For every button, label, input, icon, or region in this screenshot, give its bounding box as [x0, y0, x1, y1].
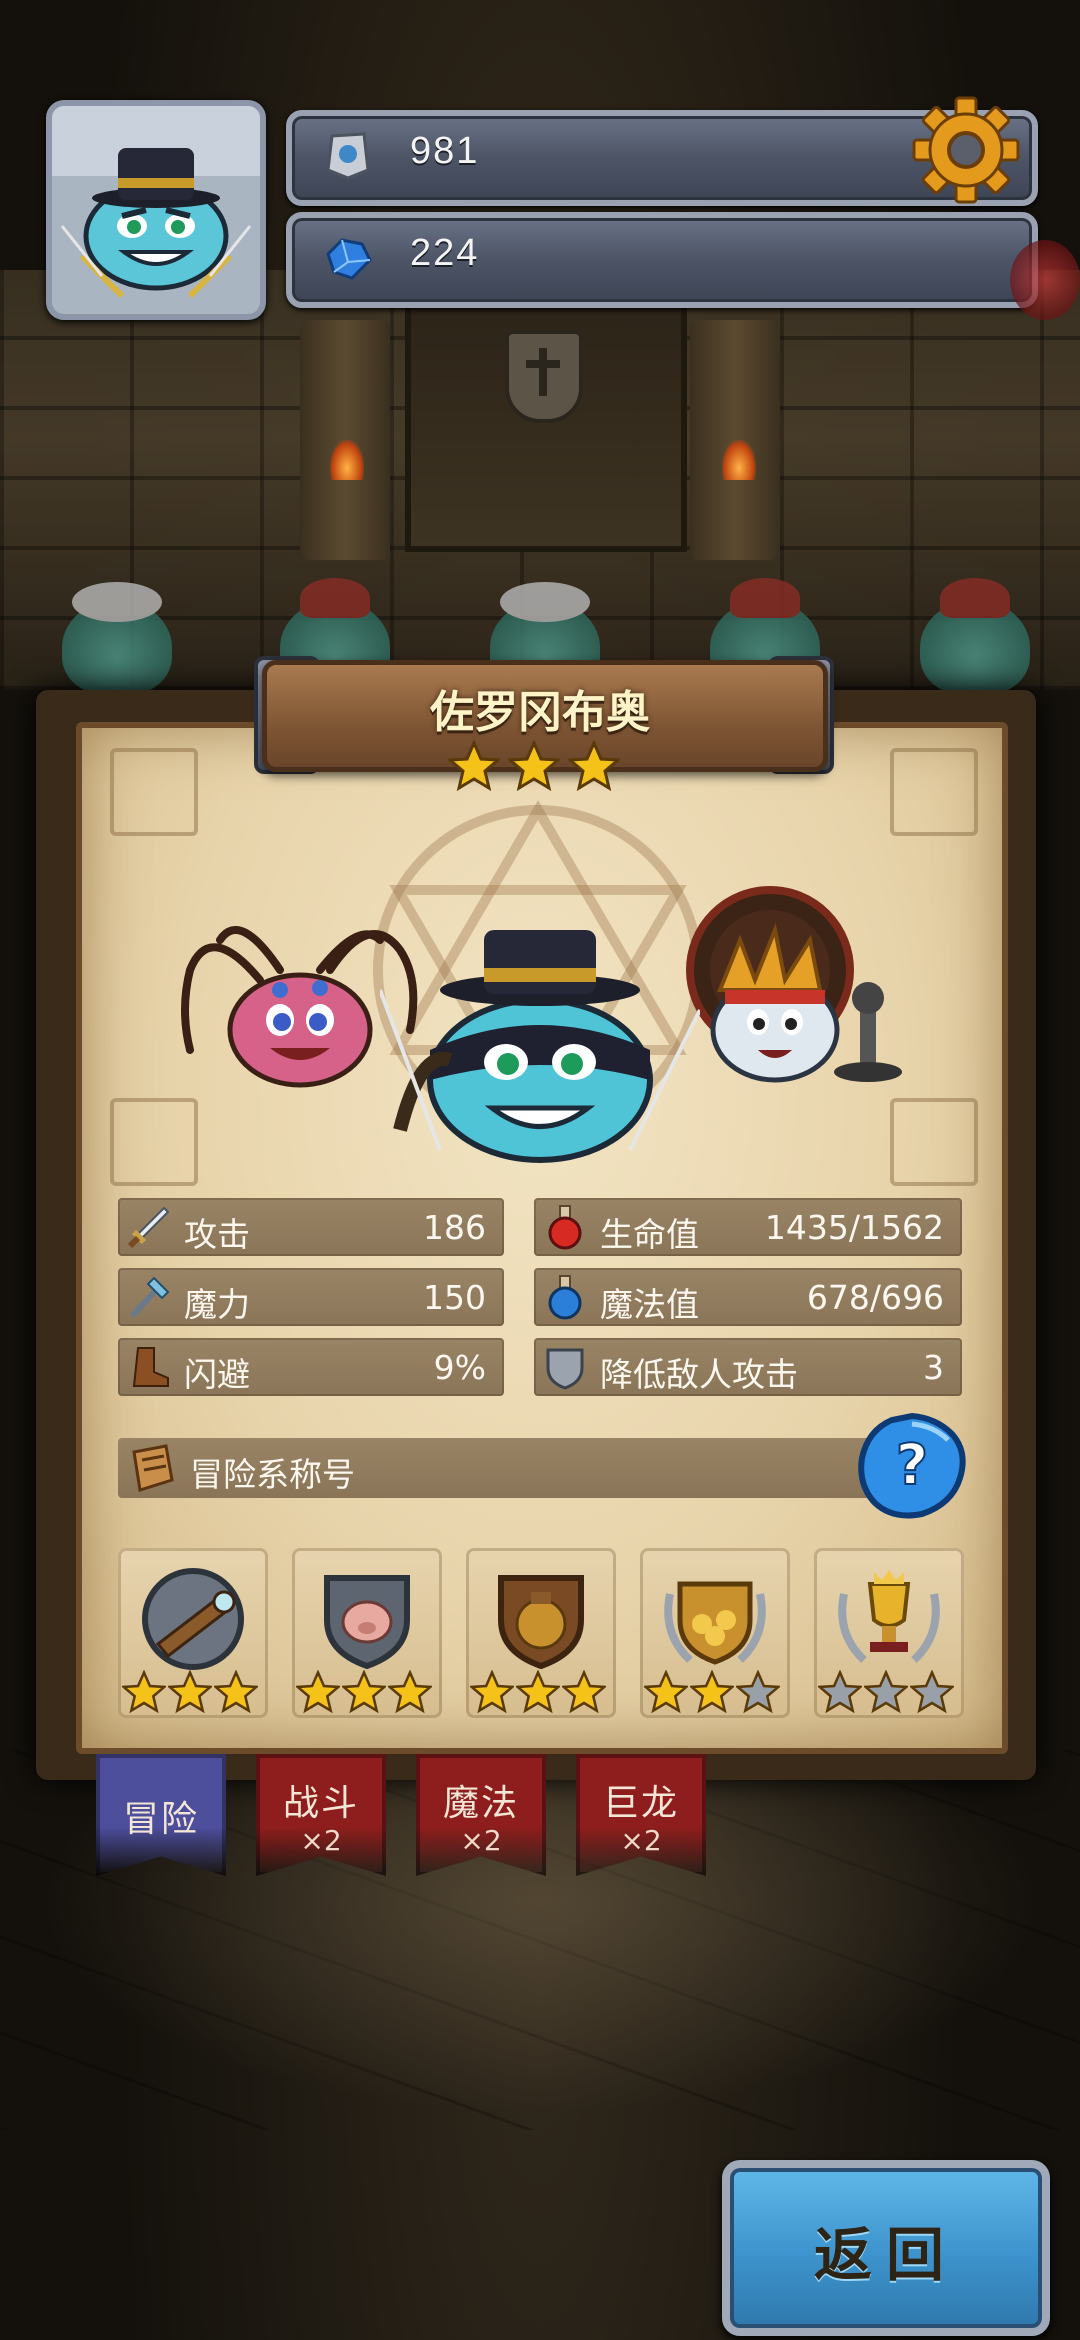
- star-icon: [214, 1670, 258, 1714]
- panel-corner-ornament: [110, 1098, 198, 1186]
- stat-value: 1435/1562: [764, 1208, 944, 1247]
- star-icon: [470, 1670, 514, 1714]
- telescope-badge-icon: [142, 1568, 244, 1670]
- tab-label: 巨龙: [602, 1783, 679, 1824]
- star-icon: [388, 1670, 432, 1714]
- achievement-badge[interactable]: [814, 1548, 964, 1718]
- panel-corner-ornament: [890, 1098, 978, 1186]
- tab-multiplier: ×2: [460, 1824, 502, 1857]
- badge-star-rating: [296, 1670, 434, 1714]
- badge-star-rating: [644, 1670, 782, 1714]
- svg-text:?: ?: [896, 1433, 928, 1498]
- adventure-title-label: 冒险系称号: [190, 1455, 355, 1494]
- hero-portrait-avatar[interactable]: [46, 100, 266, 320]
- tab-label: 魔法: [442, 1783, 519, 1824]
- background-creature: [920, 578, 1030, 695]
- hero-name: 佐罗冈布奥: [430, 687, 650, 738]
- gold-pile-badge-icon: [664, 1581, 766, 1665]
- star-icon: [448, 740, 500, 792]
- stat-value: 150: [423, 1278, 486, 1317]
- stat-attack: 攻击 186: [118, 1198, 504, 1256]
- boot-icon: [132, 1347, 169, 1387]
- resource-bar-gems: 224: [286, 212, 1038, 308]
- badge-star-rating: [470, 1670, 608, 1714]
- stat-value: 9%: [433, 1348, 486, 1387]
- back-button-label: 返回: [813, 2221, 958, 2289]
- badge-star-rating: [122, 1670, 260, 1714]
- stat-label: 闪避: [184, 1355, 250, 1394]
- stat-hp: 生命值 1435/1562: [534, 1198, 962, 1256]
- tab-multiplier: ×2: [620, 1824, 662, 1857]
- torch-flame: [330, 440, 364, 480]
- star-icon: [342, 1670, 386, 1714]
- achievement-badge[interactable]: [118, 1548, 268, 1718]
- tab-multiplier: ×2: [300, 1824, 342, 1857]
- adventure-title-bar[interactable]: 冒险系称号: [118, 1438, 908, 1498]
- stat-label: 降低敌人攻击: [600, 1355, 798, 1394]
- star-icon: [864, 1670, 908, 1714]
- cross-shield-emblem: [505, 330, 583, 423]
- rune-stone-icon: [326, 132, 370, 180]
- achievement-badge[interactable]: [640, 1548, 790, 1718]
- tab-adventure[interactable]: 冒险: [96, 1754, 226, 1876]
- star-icon: [736, 1670, 780, 1714]
- star-icon: [910, 1670, 954, 1714]
- blue-gem-icon: [326, 238, 372, 280]
- runestone-count: 981: [410, 130, 480, 172]
- stat-value: 186: [423, 1208, 486, 1247]
- star-icon: [168, 1670, 212, 1714]
- tab-dragon[interactable]: 巨龙 ×2: [576, 1754, 706, 1876]
- stat-value: 678/696: [806, 1278, 944, 1317]
- red-orb-decoration: [1010, 240, 1080, 320]
- zorro-gumball-illustration: [380, 930, 700, 1163]
- shield-icon: [546, 1348, 584, 1390]
- star-icon: [516, 1670, 560, 1714]
- tab-label: 战斗: [282, 1783, 359, 1824]
- sword-icon: [127, 1206, 170, 1249]
- blue-potion-icon: [548, 1275, 582, 1320]
- tab-magic[interactable]: 魔法 ×2: [416, 1754, 546, 1876]
- question-icon[interactable]: ?: [856, 1412, 968, 1520]
- star-icon: [644, 1670, 688, 1714]
- pig-shield-badge-icon: [324, 1575, 410, 1670]
- back-button[interactable]: 返回: [722, 2160, 1050, 2336]
- scroll-icon: [132, 1444, 174, 1492]
- stat-label: 魔法值: [600, 1285, 699, 1324]
- gem-count: 224: [410, 232, 480, 274]
- star-icon: [690, 1670, 734, 1714]
- stat-label: 生命值: [600, 1215, 699, 1254]
- star-icon: [562, 1670, 606, 1714]
- trophy-badge-icon: [838, 1570, 940, 1663]
- stat-defense: 降低敌人攻击 3: [534, 1338, 962, 1396]
- background-creature: [62, 582, 172, 695]
- star-icon: [508, 740, 560, 792]
- gear-icon[interactable]: [910, 94, 1022, 206]
- tab-battle[interactable]: 战斗 ×2: [256, 1754, 386, 1876]
- staff-icon: [129, 1276, 170, 1319]
- star-icon: [122, 1670, 166, 1714]
- stat-mp: 魔法值 678/696: [534, 1268, 962, 1326]
- hero-avatar-icon: [52, 106, 260, 314]
- star-icon: [296, 1670, 340, 1714]
- achievement-badge[interactable]: [466, 1548, 616, 1718]
- hero-star-rating: [448, 740, 628, 792]
- tab-label: 冒险: [122, 1799, 199, 1840]
- stat-label: 攻击: [184, 1215, 250, 1254]
- panel-corner-ornament: [110, 748, 198, 836]
- treasure-bag-badge-icon: [498, 1575, 584, 1670]
- achievement-badge[interactable]: [292, 1548, 442, 1718]
- panel-corner-ornament: [890, 748, 978, 836]
- stat-magic: 魔力 150: [118, 1268, 504, 1326]
- badge-star-rating: [818, 1670, 956, 1714]
- star-icon: [568, 740, 620, 792]
- star-icon: [818, 1670, 862, 1714]
- stat-value: 3: [923, 1348, 944, 1387]
- stat-label: 魔力: [184, 1285, 250, 1324]
- torch-flame: [722, 440, 756, 480]
- red-potion-icon: [548, 1205, 582, 1250]
- stat-dodge: 闪避 9%: [118, 1338, 504, 1396]
